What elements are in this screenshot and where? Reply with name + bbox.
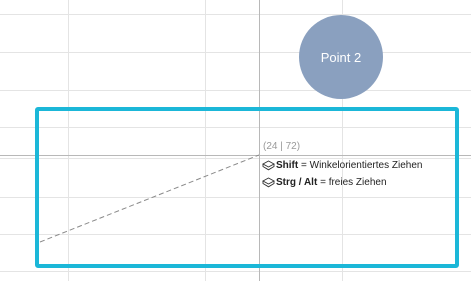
node-point-2[interactable]: Point 2 — [299, 15, 383, 99]
hint-action-label: freies Ziehen — [328, 177, 387, 188]
drag-hint-strg-alt: Strg / Alt = freies Ziehen — [262, 177, 387, 188]
keyboard-modifier-icon — [262, 177, 275, 188]
hint-action-label: Winkelorientiertes Ziehen — [309, 160, 423, 171]
hint-separator: = — [298, 160, 310, 171]
drag-hint-shift: Shift = Winkelorientiertes Ziehen — [262, 160, 422, 171]
keyboard-modifier-icon — [262, 160, 275, 171]
node-label: Point 2 — [320, 49, 362, 65]
coordinate-readout: (24 | 72) — [263, 141, 301, 152]
selection-rectangle[interactable] — [35, 107, 459, 268]
hint-key-label: Strg / Alt — [276, 177, 318, 188]
hint-key-label: Shift — [276, 160, 299, 171]
hint-separator: = — [317, 177, 329, 188]
drawing-canvas[interactable]: Point 2 (24 | 72) Shift = Winkelorientie… — [0, 0, 471, 281]
